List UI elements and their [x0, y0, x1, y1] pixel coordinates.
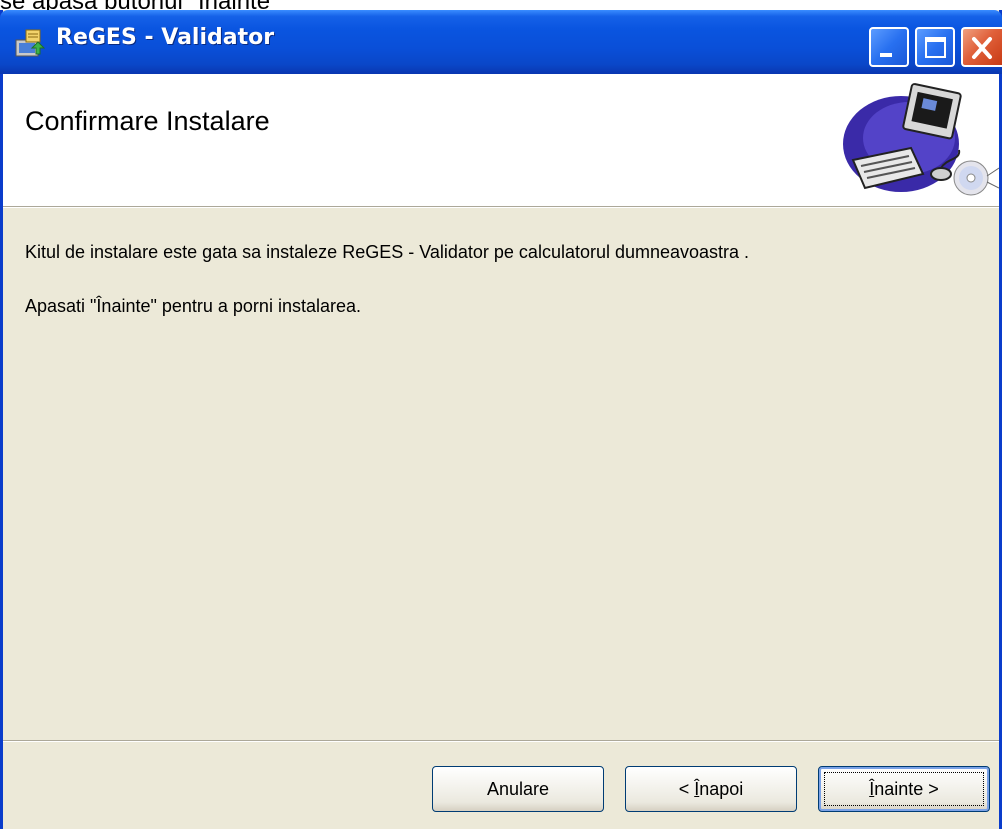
installer-window: ReGES - Validator Confirmare Instalare K…: [0, 10, 1002, 829]
page-title: Confirmare Instalare: [25, 106, 270, 136]
minimize-icon: [880, 53, 892, 57]
header-divider: [3, 207, 999, 208]
maximize-button[interactable]: [915, 27, 955, 67]
back-rest: napoi: [699, 779, 744, 799]
title-bar[interactable]: ReGES - Validator: [0, 10, 1002, 74]
computer-cd-illustration: [843, 83, 999, 196]
next-button[interactable]: Înainte >: [818, 766, 990, 812]
footer-divider-highlight: [3, 741, 999, 742]
installer-icon: [15, 29, 46, 57]
back-button[interactable]: < Înapoi: [625, 766, 797, 812]
next-rest: nainte >: [874, 779, 939, 799]
back-prefix: <: [678, 779, 695, 799]
back-button-label: < Înapoi: [679, 779, 744, 799]
next-button-label: Înainte >: [869, 779, 939, 799]
minimize-button[interactable]: [869, 27, 909, 67]
wizard-header: Confirmare Instalare: [3, 74, 999, 207]
maximize-icon: [925, 37, 946, 58]
window-title: ReGES - Validator: [56, 25, 275, 50]
cancel-button[interactable]: Anulare: [432, 766, 604, 812]
close-button[interactable]: [961, 27, 1002, 67]
ready-message: Kitul de instalare este gata sa instalez…: [25, 242, 750, 262]
instruction-message: Apasati "Înainte" pentru a porni instala…: [25, 296, 361, 316]
cancel-button-label: Anulare: [486, 779, 550, 799]
close-icon: [972, 37, 992, 59]
